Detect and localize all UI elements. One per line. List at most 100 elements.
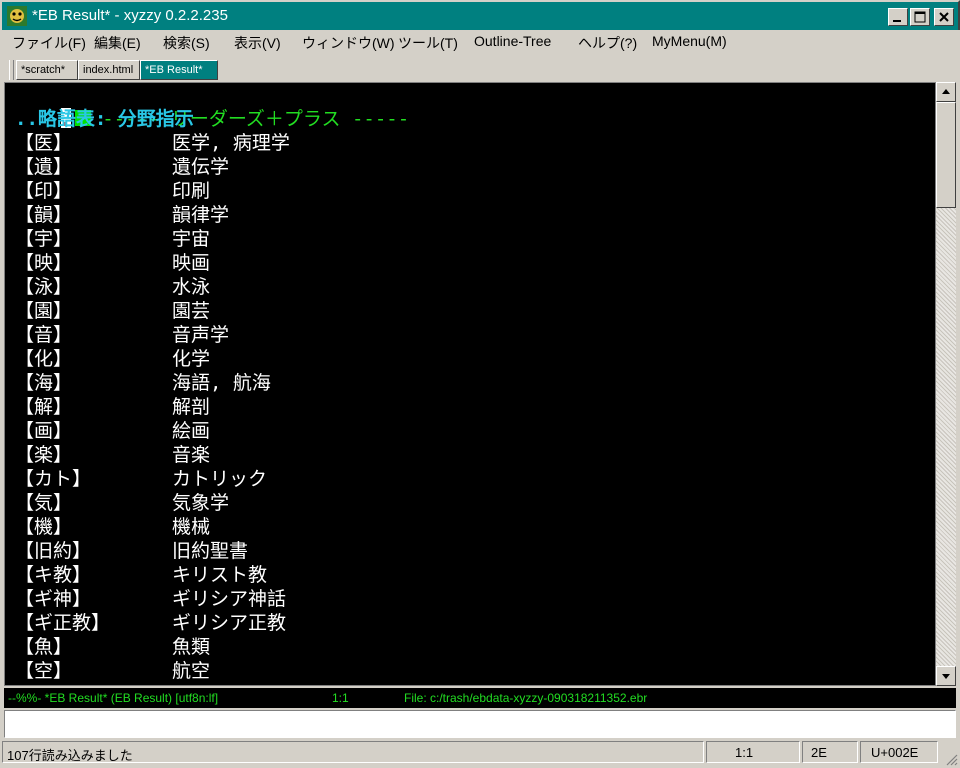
abbreviation-label: 【韻】 [15, 204, 73, 226]
list-item: 【画】 絵画 [15, 419, 915, 443]
header-line: ----- リーダーズ＋プラス ----- [15, 83, 409, 130]
mode-line-file: File: c:/trash/ebdata-xyzzy-090318211352… [404, 691, 648, 705]
abbreviation-label: 【印】 [15, 180, 73, 202]
abbreviation-meaning: 解剖 [172, 396, 211, 418]
list-item: 【ギ正教】 ギリシア正教 [15, 611, 915, 635]
resize-grip-icon[interactable] [944, 752, 958, 766]
abbreviation-label: 【旧約】 [15, 540, 92, 562]
abbreviation-label: 【解】 [15, 396, 73, 418]
abbreviation-label: 【キ教】 [15, 564, 92, 586]
abbreviation-meaning: ギリシア神話 [172, 588, 287, 610]
abbreviation-meaning: 水泳 [172, 276, 211, 298]
list-item: 【楽】 音楽 [15, 443, 915, 467]
section-heading: ..略語表: 分野指示 [15, 108, 194, 130]
list-item: 【空】 航空 [15, 659, 915, 683]
minimize-icon [893, 20, 901, 22]
list-item: 【泳】 水泳 [15, 275, 915, 299]
scroll-track[interactable] [936, 208, 956, 666]
list-item: 【化】 化学 [15, 347, 915, 371]
abbreviation-meaning: キリスト教 [172, 564, 268, 586]
status-message: 107行読み込みました [2, 741, 704, 763]
editor-buffer[interactable]: ----- リーダーズ＋プラス ----- ..略語表: 分野指示 【医】 医学,… [4, 82, 936, 686]
abbreviation-label: 【ギ正教】 [15, 612, 111, 634]
mode-line-position: 1:1 [332, 691, 349, 705]
title-bar: *EB Result* - xyzzy 0.2.2.235 [0, 0, 960, 30]
abbreviation-label: 【ギ神】 [15, 588, 92, 610]
list-item: 【機】 機械 [15, 515, 915, 539]
list-item: 【宇】 宇宙 [15, 227, 915, 251]
abbreviation-label: 【泳】 [15, 276, 73, 298]
abbreviation-label: 【医】 [15, 132, 73, 154]
scroll-thumb[interactable] [936, 102, 956, 208]
tab-eb-result[interactable]: *EB Result* [140, 60, 218, 80]
list-item: 【気】 気象学 [15, 491, 915, 515]
maximize-button[interactable] [910, 8, 930, 26]
abbreviation-meaning: 機械 [172, 516, 211, 538]
abbreviation-meaning: 魚類 [172, 636, 211, 658]
mode-line: --%%- *EB Result* (EB Result) [utf8n:lf]… [4, 688, 956, 708]
status-position: 1:1 [706, 741, 800, 763]
menu-help[interactable]: ヘルプ(?) [578, 33, 637, 53]
menu-window[interactable]: ウィンドウ(W) [302, 33, 395, 53]
arrow-up-icon [942, 89, 950, 94]
minibuffer-input[interactable] [4, 710, 956, 738]
abbreviation-meaning: 化学 [172, 348, 211, 370]
abbreviation-meaning: 遺伝学 [172, 156, 230, 178]
abbreviation-meaning: カトリック [172, 468, 268, 490]
tab-bar-grip[interactable] [9, 60, 14, 80]
abbreviation-meaning: 医学, 病理学 [172, 132, 290, 154]
abbreviation-label: 【空】 [15, 660, 73, 682]
window-title: *EB Result* - xyzzy 0.2.2.235 [32, 7, 228, 24]
arrow-down-icon [942, 674, 950, 679]
abbreviation-meaning: 印刷 [172, 180, 211, 202]
menu-edit[interactable]: 編集(E) [94, 33, 141, 53]
scroll-down-button[interactable] [936, 666, 956, 686]
list-item: 【韻】 韻律学 [15, 203, 915, 227]
abbreviation-meaning: 宇宙 [172, 228, 211, 250]
abbreviation-label: 【機】 [15, 516, 73, 538]
status-codepoint: U+002E [860, 741, 938, 763]
abbreviation-label: 【海】 [15, 372, 73, 394]
abbreviation-label: 【園】 [15, 300, 73, 322]
abbreviation-label: 【魚】 [15, 636, 73, 658]
abbreviation-meaning: 園芸 [172, 300, 211, 322]
mode-line-status: --%%- *EB Result* (EB Result) [utf8n:lf] [8, 691, 219, 705]
list-item: 【海】 海語, 航海 [15, 371, 915, 395]
tab-bar: *scratch* index.html *EB Result* [0, 54, 960, 82]
abbreviation-label: 【音】 [15, 324, 73, 346]
menu-view[interactable]: 表示(V) [234, 33, 281, 53]
vertical-scrollbar[interactable] [936, 82, 956, 686]
abbreviation-meaning: 気象学 [172, 492, 230, 514]
menu-mymenu[interactable]: MyMenu(M) [652, 33, 727, 49]
tab-scratch[interactable]: *scratch* [16, 60, 78, 80]
abbreviation-meaning: 航空 [172, 660, 211, 682]
close-button[interactable] [934, 8, 954, 26]
menu-tools[interactable]: ツール(T) [398, 33, 458, 53]
menu-search[interactable]: 検索(S) [163, 33, 210, 53]
abbreviation-label: 【映】 [15, 252, 73, 274]
menu-bar: ファイル(F) 編集(E) 検索(S) 表示(V) ウィンドウ(W) ツール(T… [0, 30, 960, 54]
list-item: 【音】 音声学 [15, 323, 915, 347]
list-item: 【キ教】 キリスト教 [15, 563, 915, 587]
list-item: 【魚】 魚類 [15, 635, 915, 659]
abbreviation-meaning: 韻律学 [172, 204, 230, 226]
list-item: 【園】 園芸 [15, 299, 915, 323]
abbreviation-meaning: 映画 [172, 252, 211, 274]
list-item: 【映】 映画 [15, 251, 915, 275]
menu-outline-tree[interactable]: Outline-Tree [474, 33, 551, 49]
maximize-icon [914, 11, 926, 23]
tab-index-html[interactable]: index.html [78, 60, 140, 80]
list-item: 【旧約】 旧約聖書 [15, 539, 915, 563]
xyzzy-app-icon[interactable] [7, 6, 27, 26]
status-char-hex: 2E [802, 741, 858, 763]
list-item: 【カト】 カトリック [15, 467, 915, 491]
abbreviation-meaning: 海語, 航海 [172, 372, 271, 394]
minimize-button[interactable] [888, 8, 908, 26]
abbreviation-label: 【楽】 [15, 444, 73, 466]
scroll-up-button[interactable] [936, 82, 956, 102]
abbreviation-label: 【化】 [15, 348, 73, 370]
abbreviation-meaning: 絵画 [172, 420, 211, 442]
list-item: 【解】 解剖 [15, 395, 915, 419]
abbreviation-meaning: ギリシア正教 [172, 612, 287, 634]
menu-file[interactable]: ファイル(F) [12, 33, 86, 53]
